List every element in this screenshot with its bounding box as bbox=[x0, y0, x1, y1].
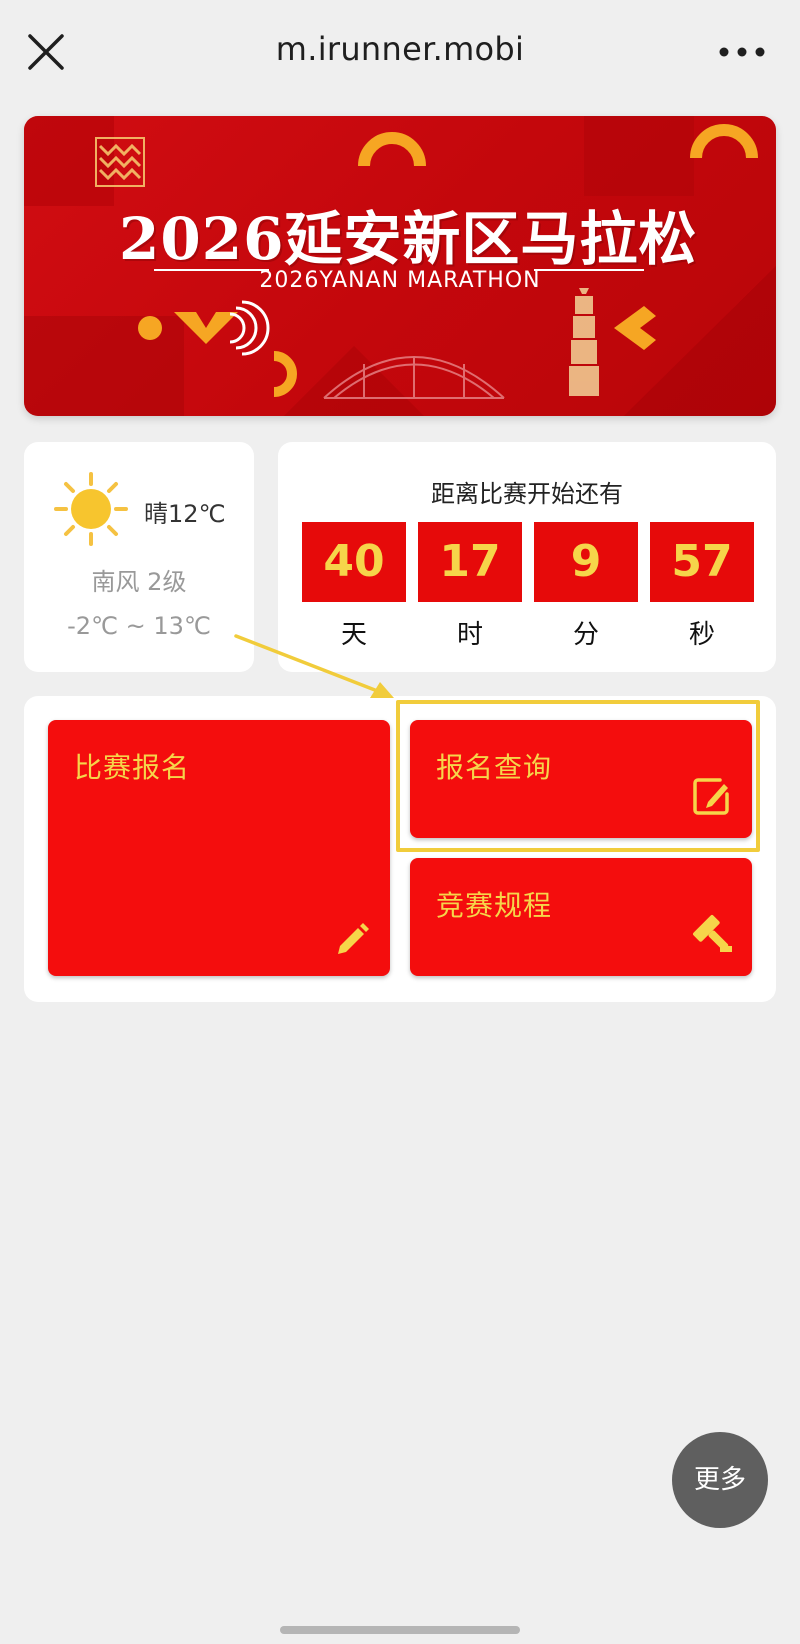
banner-subtitle: 2026YANAN MARATHON bbox=[259, 268, 541, 293]
page-url: m.irunner.mobi bbox=[275, 30, 525, 68]
countdown-title: 距离比赛开始还有 bbox=[431, 480, 623, 508]
weather-temp-range: -2℃ ~ 13℃ bbox=[67, 612, 211, 640]
countdown-hours-unit: 时 bbox=[456, 620, 483, 650]
pencil-icon bbox=[332, 916, 372, 960]
register-button[interactable]: 比赛报名 bbox=[48, 720, 390, 976]
more-options-icon[interactable] bbox=[714, 32, 770, 72]
edit-icon bbox=[690, 774, 734, 822]
home-indicator bbox=[280, 1626, 520, 1634]
countdown-hours-value: 17 bbox=[418, 522, 522, 602]
competition-rules-button[interactable]: 竞赛规程 bbox=[410, 858, 752, 976]
countdown-minutes-value: 9 bbox=[534, 522, 638, 602]
countdown-seconds-unit: 秒 bbox=[688, 620, 715, 650]
browser-top-bar: m.irunner.mobi bbox=[0, 0, 800, 100]
menu-card: 比赛报名 报名查询 竞赛规程 bbox=[24, 696, 776, 1002]
weather-condition: 晴12℃ bbox=[144, 500, 226, 528]
weather-card: 晴12℃ 南风 2级 -2℃ ~ 13℃ bbox=[24, 442, 254, 672]
countdown-minutes-unit: 分 bbox=[572, 620, 599, 650]
countdown-days-value: 40 bbox=[302, 522, 406, 602]
weather-wind: 南风 2级 bbox=[91, 568, 187, 596]
countdown-seconds-value: 57 bbox=[650, 522, 754, 602]
annotation-arrow-icon bbox=[230, 628, 410, 712]
registration-query-button[interactable]: 报名查询 bbox=[410, 720, 752, 838]
register-label: 比赛报名 bbox=[74, 751, 191, 784]
marathon-banner[interactable]: 2026延安新区马拉松 2026YANAN MARATHON bbox=[24, 116, 776, 416]
competition-rules-label: 竞赛规程 bbox=[436, 889, 553, 922]
sun-icon bbox=[54, 472, 128, 550]
more-floating-button[interactable]: 更多 bbox=[672, 1432, 768, 1528]
registration-query-label: 报名查询 bbox=[436, 751, 553, 784]
gavel-icon bbox=[690, 912, 734, 960]
